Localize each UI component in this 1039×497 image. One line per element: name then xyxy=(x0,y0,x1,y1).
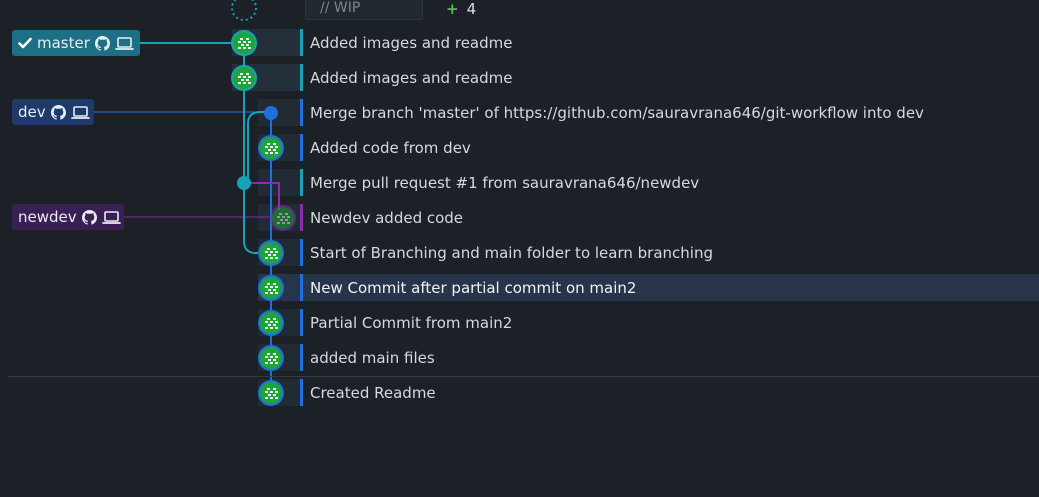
github-icon xyxy=(81,209,97,225)
commit-message: New Commit after partial commit on main2 xyxy=(310,278,637,297)
commit-message: Merge branch 'master' of https://github.… xyxy=(310,103,924,122)
avatar-icon xyxy=(231,65,257,91)
lane-color-bar xyxy=(300,134,303,161)
wip-count-value: 4 xyxy=(466,0,477,18)
check-icon xyxy=(18,37,32,49)
commit-graph xyxy=(94,0,300,406)
commit-message: Partial Commit from main2 xyxy=(310,313,513,332)
commit-row[interactable]: Merge branch 'master' of https://github.… xyxy=(300,99,1039,126)
lane-color-bar xyxy=(300,204,303,231)
divider xyxy=(8,376,1039,377)
avatar-icon xyxy=(258,345,284,371)
branch-label-dev[interactable]: dev xyxy=(12,99,94,125)
commit-row[interactable]: Newdev added code xyxy=(300,204,1039,231)
github-icon xyxy=(94,35,110,51)
merge-dot-dev xyxy=(264,106,278,120)
branch-label-master[interactable]: master xyxy=(12,30,140,56)
commit-message: Start of Branching and main folder to le… xyxy=(310,243,713,262)
avatar-icon xyxy=(258,310,284,336)
branch-label-newdev[interactable]: newdev xyxy=(12,204,124,230)
commit-row[interactable]: Partial Commit from main2 xyxy=(300,309,1039,336)
lane-color-bar xyxy=(300,64,303,91)
commit-message: Created Readme xyxy=(310,383,436,402)
branch-name: master xyxy=(37,34,90,52)
lane-color-bar xyxy=(300,169,303,196)
avatar-icon xyxy=(258,240,284,266)
laptop-icon xyxy=(101,210,121,225)
avatar-icon xyxy=(231,30,257,56)
commit-row[interactable]: added main files xyxy=(300,344,1039,371)
laptop-icon xyxy=(115,36,134,51)
lane-color-bar xyxy=(300,99,303,126)
lane-color-bar xyxy=(300,274,303,301)
commit-row[interactable]: Start of Branching and main folder to le… xyxy=(300,239,1039,266)
wip-node xyxy=(231,0,257,21)
commit-row[interactable]: New Commit after partial commit on main2 xyxy=(300,274,1039,301)
avatar-icon xyxy=(258,380,284,406)
commit-row[interactable]: Merge pull request #1 from sauravrana646… xyxy=(300,169,1039,196)
commit-row[interactable]: Added images and readme xyxy=(300,29,1039,56)
avatar-icon xyxy=(258,135,284,161)
wip-input[interactable]: // WIP xyxy=(305,0,423,20)
lane-color-bar xyxy=(300,309,303,336)
plus-icon: + xyxy=(446,0,459,18)
lane-color-bar xyxy=(300,344,303,371)
commit-message: Added images and readme xyxy=(310,33,513,52)
avatar-icon xyxy=(270,205,296,231)
commit-message: added main files xyxy=(310,348,435,367)
commit-message: Added code from dev xyxy=(310,138,471,157)
avatar-icon xyxy=(258,275,284,301)
github-icon xyxy=(50,104,66,120)
lane-color-bar xyxy=(300,239,303,266)
commit-row[interactable]: Added images and readme xyxy=(300,64,1039,91)
laptop-icon xyxy=(70,105,90,120)
commit-message: Newdev added code xyxy=(310,208,464,227)
commit-message: Merge pull request #1 from sauravrana646… xyxy=(310,173,700,192)
lane-color-bar xyxy=(300,29,303,56)
merge-dot-master xyxy=(237,176,251,190)
commit-row[interactable]: Added code from dev xyxy=(300,134,1039,161)
branch-name: newdev xyxy=(18,208,77,226)
lane-color-bar xyxy=(300,379,303,406)
commit-row[interactable]: Created Readme xyxy=(300,379,1039,406)
branch-name: dev xyxy=(18,103,46,121)
commit-message: Added images and readme xyxy=(310,68,513,87)
wip-change-count: +4 xyxy=(446,0,476,18)
